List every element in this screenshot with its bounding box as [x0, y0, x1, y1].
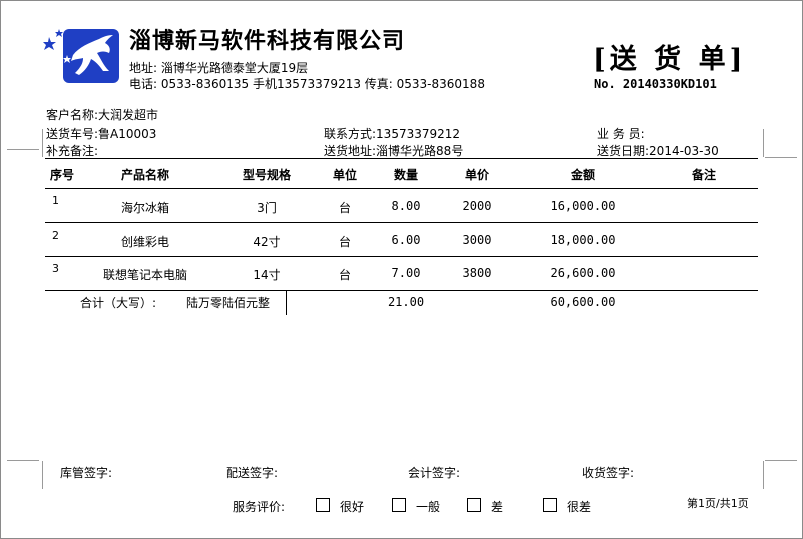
table-top-rule — [45, 158, 758, 159]
row-price: 2000 — [462, 199, 492, 213]
table-row-rule — [45, 222, 758, 223]
eval-option-ok: 一般 — [416, 500, 441, 514]
eval-checkbox-very-good[interactable] — [316, 498, 330, 512]
service-evaluation-label: 服务评价: — [233, 500, 286, 514]
total-divider — [286, 290, 287, 315]
col-header-remark: 备注 — [691, 168, 717, 182]
col-header-spec: 型号规格 — [242, 168, 292, 182]
eval-checkbox-poor[interactable] — [467, 498, 481, 512]
crop-mark — [7, 149, 39, 150]
row-number: 1 — [52, 194, 59, 207]
document-number: No. 20140330KD101 — [594, 77, 717, 91]
col-header-qty: 数量 — [393, 168, 419, 182]
table-row-rule — [45, 256, 758, 257]
contact-info: 联系方式:13573379212 — [324, 127, 461, 141]
total-label: 合计（大写）: — [80, 296, 157, 310]
extra-note: 补充备注: — [46, 144, 99, 158]
company-name: 淄博新马软件科技有限公司 — [129, 29, 406, 54]
row-spec: 3门 — [257, 201, 277, 215]
eval-checkbox-very-poor[interactable] — [543, 498, 557, 512]
eval-option-poor: 差 — [491, 500, 504, 514]
page-indicator: 第1页/共1页 — [687, 497, 749, 510]
total-in-words: 陆万零陆佰元整 — [186, 296, 271, 310]
customer-name: 客户名称:大润发超市 — [46, 108, 159, 122]
delivery-address: 送货地址:淄博华光路88号 — [324, 144, 464, 158]
row-spec: 42寸 — [253, 235, 281, 249]
col-header-price: 单价 — [464, 168, 490, 182]
col-header-amount: 金额 — [570, 168, 596, 182]
crop-mark — [765, 460, 797, 461]
col-header-name: 产品名称 — [120, 168, 170, 182]
row-product-name: 创维彩电 — [120, 235, 170, 249]
row-unit: 台 — [338, 268, 352, 282]
company-address: 地址: 淄博华光路德泰堂大厦19层 — [129, 61, 309, 75]
row-amount: 26,600.00 — [550, 266, 616, 280]
eval-option-very-poor: 很差 — [567, 500, 592, 514]
company-logo — [43, 25, 121, 85]
row-product-name: 海尔冰箱 — [120, 201, 170, 215]
total-qty: 21.00 — [387, 295, 425, 309]
accounting-signature: 会计签字: — [408, 466, 461, 480]
document-title: [送 货 单] — [593, 44, 747, 75]
row-price: 3000 — [462, 233, 492, 247]
row-qty: 7.00 — [391, 266, 421, 280]
company-contact: 电话: 0533-8360135 手机13573379213 传真: 0533-… — [129, 77, 485, 91]
eval-option-very-good: 很好 — [340, 500, 365, 514]
row-amount: 18,000.00 — [550, 233, 616, 247]
row-price: 3800 — [462, 266, 492, 280]
receiver-signature: 收货签字: — [582, 466, 635, 480]
row-number: 2 — [52, 229, 59, 242]
crop-mark — [763, 129, 764, 157]
crop-mark — [42, 129, 43, 157]
delivery-note-page: 淄博新马软件科技有限公司 地址: 淄博华光路德泰堂大厦19层 电话: 0533-… — [0, 0, 803, 539]
crop-mark — [7, 460, 39, 461]
table-header-rule — [45, 188, 758, 189]
col-header-unit: 单位 — [332, 168, 358, 182]
total-amount: 60,600.00 — [550, 295, 616, 309]
row-qty: 6.00 — [391, 233, 421, 247]
crop-mark — [763, 461, 764, 489]
row-qty: 8.00 — [391, 199, 421, 213]
sales-clerk: 业 务 员: — [597, 127, 645, 141]
row-number: 3 — [52, 262, 59, 275]
crop-mark — [42, 461, 43, 489]
col-header-no: 序号 — [49, 168, 75, 182]
delivery-date: 送货日期:2014-03-30 — [597, 144, 719, 158]
row-amount: 16,000.00 — [550, 199, 616, 213]
warehouse-signature: 库管签字: — [60, 466, 113, 480]
row-product-name: 联想笔记本电脑 — [102, 268, 188, 282]
delivery-signature: 配送签字: — [226, 466, 279, 480]
table-row-rule — [45, 290, 758, 291]
row-spec: 14寸 — [253, 268, 281, 282]
row-unit: 台 — [338, 235, 352, 249]
eval-checkbox-ok[interactable] — [392, 498, 406, 512]
vehicle-number: 送货车号:鲁A10003 — [46, 127, 157, 141]
row-unit: 台 — [338, 201, 352, 215]
crop-mark — [765, 157, 797, 158]
